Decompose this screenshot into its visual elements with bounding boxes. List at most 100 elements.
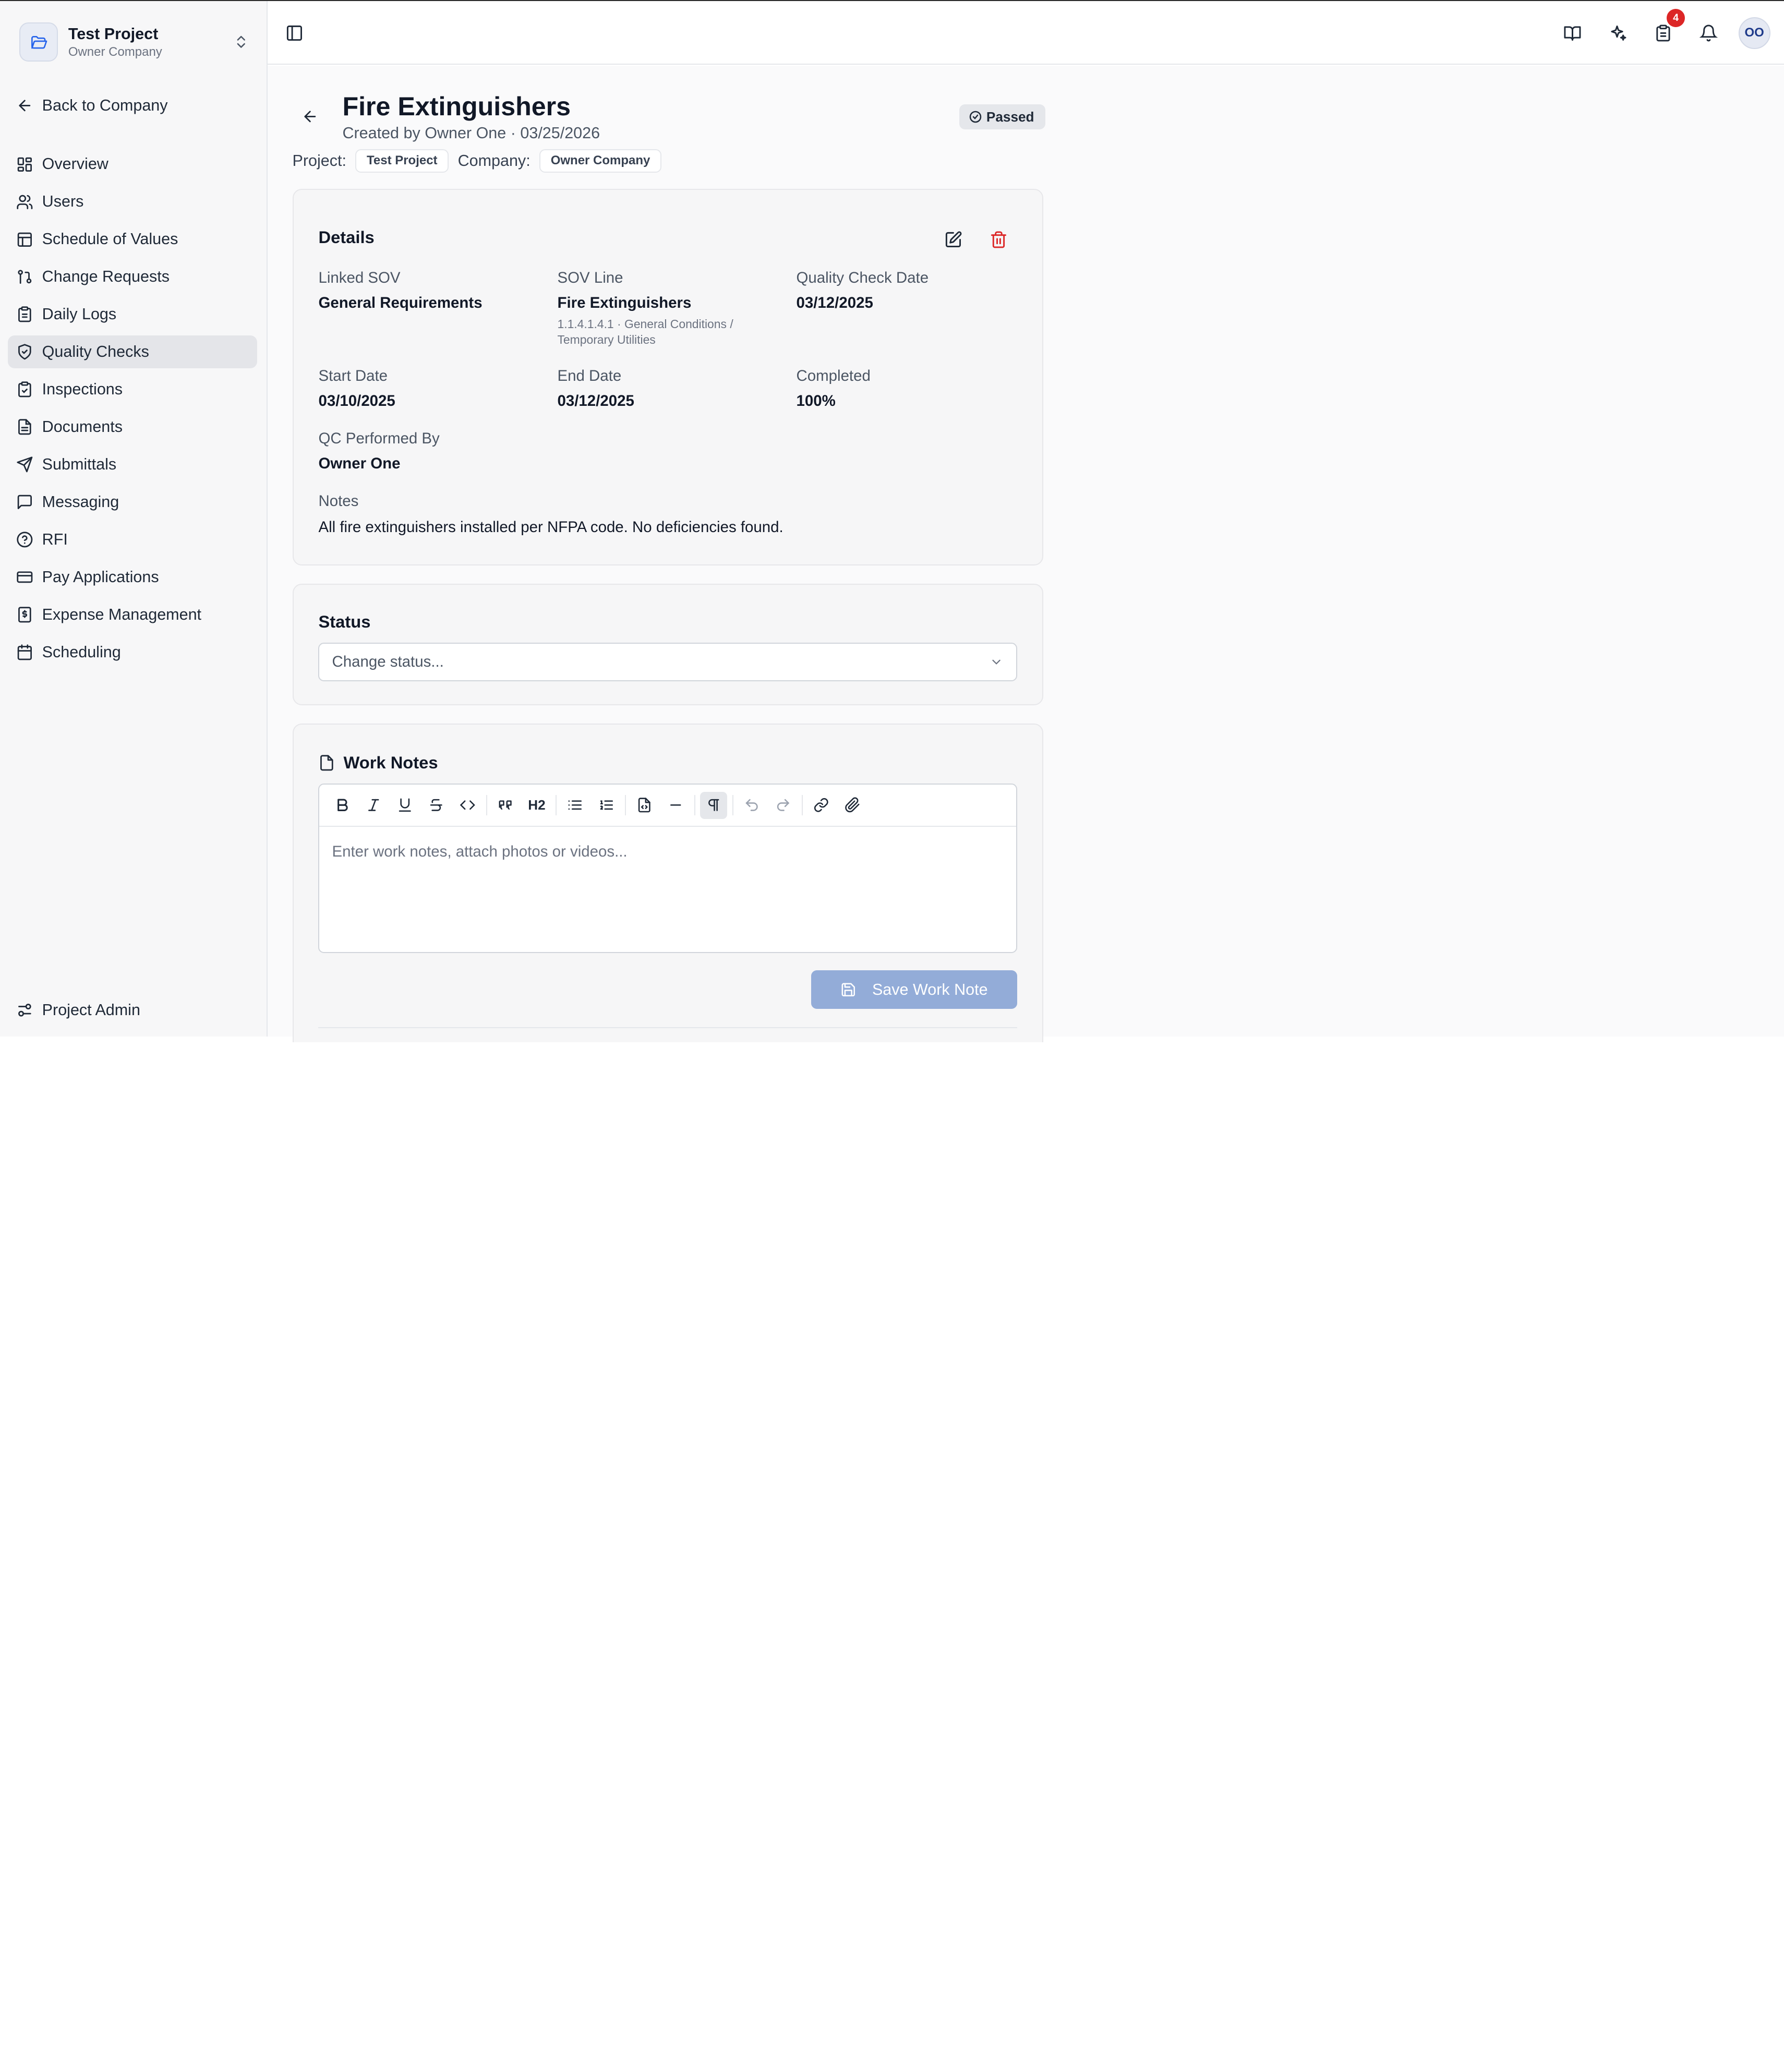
sidebar-item-pay-applications[interactable]: Pay Applications xyxy=(8,561,257,594)
toolbar-divider xyxy=(732,795,734,816)
sidebar: Test Project Owner Company Back to Compa… xyxy=(0,1,268,1037)
settings-sliders-icon xyxy=(18,1004,31,1017)
check-circle-icon xyxy=(969,111,982,123)
clipboard-check-icon xyxy=(18,381,31,397)
quote-icon xyxy=(499,800,512,810)
field-value: Fire Extinguishers xyxy=(557,294,692,312)
bell-icon xyxy=(1699,25,1718,42)
undo-icon xyxy=(745,799,758,812)
sidebar-item-messaging[interactable]: Messaging xyxy=(8,486,257,519)
receipt-icon xyxy=(18,607,31,623)
details-card: Details Linked SOV General Requirements … xyxy=(292,188,1043,565)
details-heading: Details xyxy=(318,227,375,247)
sidebar-item-label: Schedule of Values xyxy=(42,230,178,248)
status-select[interactable]: Change status... xyxy=(318,642,1017,682)
top-bar: 4 OO xyxy=(267,1,1784,65)
folder-open-icon xyxy=(19,22,58,62)
docs-button[interactable] xyxy=(1556,16,1589,50)
code-button[interactable] xyxy=(454,792,481,819)
sidebar-item-change-requests[interactable]: Change Requests xyxy=(8,260,257,293)
sidebar-toggle-button[interactable] xyxy=(285,24,304,47)
sidebar-item-users[interactable]: Users xyxy=(8,185,257,218)
company-label: Company: xyxy=(457,151,531,170)
sidebar-item-inspections[interactable]: Inspections xyxy=(8,373,257,406)
field-value: Owner One xyxy=(318,454,401,472)
sidebar-item-schedule-of-values[interactable]: Schedule of Values xyxy=(8,223,257,256)
toolbar-divider xyxy=(801,795,803,816)
save-work-note-button[interactable]: Save Work Note xyxy=(811,970,1017,1009)
redo-button[interactable] xyxy=(769,792,797,819)
field-value: General Requirements xyxy=(318,294,483,312)
field-linked-sov: Linked SOV General Requirements xyxy=(318,268,482,312)
file-icon xyxy=(320,755,334,771)
sidebar-item-daily-logs[interactable]: Daily Logs xyxy=(8,298,257,331)
horizontal-rule-button[interactable] xyxy=(662,792,689,819)
table-icon xyxy=(17,232,32,247)
link-icon xyxy=(814,798,828,813)
ai-assistant-button[interactable] xyxy=(1601,16,1635,50)
toolbar-divider xyxy=(486,795,488,816)
clipboard-icon xyxy=(18,306,31,322)
project-switcher[interactable]: Test Project Owner Company xyxy=(19,20,249,64)
sidebar-item-rfi[interactable]: RFI xyxy=(8,523,257,556)
paragraph-button[interactable] xyxy=(700,791,728,819)
git-pull-request-icon xyxy=(17,270,31,284)
field-label: Quality Check Date xyxy=(796,269,929,287)
field-sov-line: SOV Line Fire Extinguishers 1.1.4.1.4.1 … xyxy=(557,268,762,348)
user-avatar[interactable]: OO xyxy=(1738,17,1770,49)
project-admin-link[interactable]: Project Admin xyxy=(16,1001,140,1019)
sidebar-nav: Overview Users Schedule of Values Change… xyxy=(8,148,257,673)
field-value: 100% xyxy=(796,392,836,409)
status-badge-label: Passed xyxy=(986,109,1034,125)
heading-button[interactable]: H2 xyxy=(523,792,550,819)
editor-toolbar: H2 xyxy=(319,785,1016,827)
sidebar-item-documents[interactable]: Documents xyxy=(8,411,257,443)
sidebar-item-quality-checks[interactable]: Quality Checks xyxy=(8,335,257,369)
undo-button[interactable] xyxy=(738,792,765,819)
trash-icon xyxy=(991,231,1007,248)
sidebar-item-submittals[interactable]: Submittals xyxy=(8,448,257,481)
work-notes-card: Work Notes H2 Enter work notes, attach p… xyxy=(292,723,1043,1042)
sidebar-item-label: Messaging xyxy=(42,493,119,511)
link-button[interactable] xyxy=(807,792,835,819)
bullet-list-button[interactable] xyxy=(561,792,588,819)
tasks-count-badge: 4 xyxy=(1667,9,1685,28)
sidebar-item-label: Scheduling xyxy=(42,643,121,661)
notifications-button[interactable] xyxy=(1692,16,1726,50)
sidebar-item-label: Daily Logs xyxy=(42,305,117,323)
credit-card-icon xyxy=(16,571,32,583)
status-heading: Status xyxy=(318,612,371,631)
paperclip-icon xyxy=(845,797,860,813)
shield-check-icon xyxy=(18,344,31,360)
code-block-button[interactable] xyxy=(631,792,658,819)
field-completed: Completed 100% xyxy=(797,366,871,411)
field-start-date: Start Date 03/10/2025 xyxy=(318,366,395,411)
edit-button[interactable] xyxy=(944,231,962,254)
help-circle-icon xyxy=(16,532,32,548)
page-back-button[interactable] xyxy=(302,108,319,130)
underline-button[interactable] xyxy=(391,792,418,819)
tasks-button[interactable]: 4 xyxy=(1646,9,1685,50)
sidebar-item-label: Expense Management xyxy=(42,605,202,623)
chevrons-up-down-icon xyxy=(237,36,245,48)
bold-button[interactable] xyxy=(329,792,356,819)
save-work-note-label: Save Work Note xyxy=(872,980,988,998)
toolbar-divider xyxy=(624,795,626,816)
sidebar-item-label: Pay Applications xyxy=(42,568,159,586)
italic-button[interactable] xyxy=(360,792,387,819)
ordered-list-button[interactable] xyxy=(593,792,620,819)
back-to-company-link[interactable]: Back to Company xyxy=(16,97,168,115)
sidebar-item-overview[interactable]: Overview xyxy=(8,148,257,180)
sidebar-item-scheduling[interactable]: Scheduling xyxy=(8,636,257,669)
strikethrough-button[interactable] xyxy=(423,792,450,819)
quote-button[interactable] xyxy=(492,792,519,819)
field-value: 03/10/2025 xyxy=(318,392,395,409)
strikethrough-icon xyxy=(430,799,442,812)
delete-button[interactable] xyxy=(990,231,1008,254)
field-value: 03/12/2025 xyxy=(557,392,634,409)
project-company: Owner Company xyxy=(68,44,162,59)
sidebar-item-label: Quality Checks xyxy=(42,343,149,361)
attach-button[interactable] xyxy=(839,792,866,819)
work-notes-input[interactable]: Enter work notes, attach photos or video… xyxy=(319,827,1016,876)
sidebar-item-expense-management[interactable]: Expense Management xyxy=(8,598,257,631)
